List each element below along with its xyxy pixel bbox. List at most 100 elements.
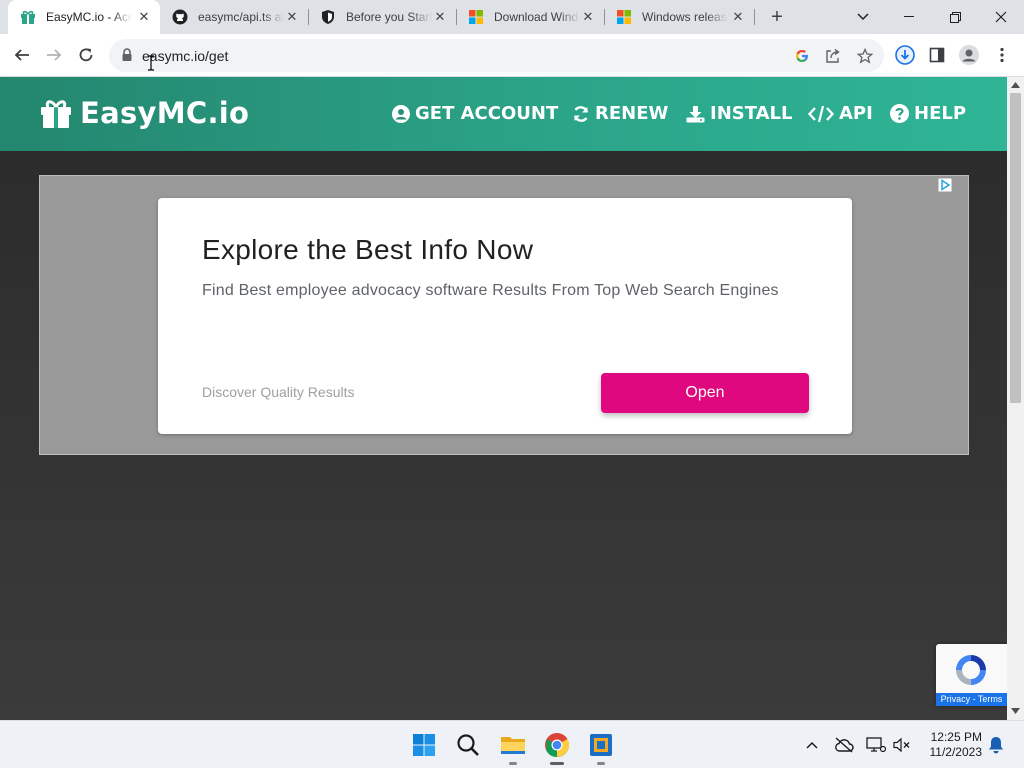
- minimize-button[interactable]: [886, 0, 932, 34]
- nav-label: API: [839, 103, 873, 124]
- download-icon: [686, 105, 705, 122]
- page-scrollbar[interactable]: [1007, 77, 1024, 720]
- reload-button[interactable]: [73, 42, 99, 68]
- user-circle-icon: [392, 104, 410, 123]
- ad-open-button[interactable]: Open: [601, 373, 809, 413]
- nav-label: HELP: [914, 103, 967, 124]
- taskbar-file-explorer[interactable]: [497, 729, 529, 765]
- close-window-button[interactable]: [978, 0, 1024, 34]
- lock-icon: [121, 48, 133, 67]
- close-icon: [995, 11, 1007, 23]
- bookmark-star-icon[interactable]: [855, 46, 875, 66]
- arrow-right-icon: [47, 49, 62, 61]
- nav-label: RENEW: [595, 103, 669, 124]
- clock-date: 11/2/2023: [929, 745, 983, 759]
- scroll-down-icon[interactable]: [1011, 708, 1020, 714]
- scrollbar-thumb[interactable]: [1010, 93, 1021, 403]
- gift-icon: [41, 100, 71, 128]
- ad-footer: Discover Quality Results: [202, 384, 355, 400]
- adchoices-icon[interactable]: [938, 178, 952, 192]
- search-icon: [457, 734, 479, 756]
- taskbar-chrome[interactable]: [541, 729, 573, 765]
- active-indicator: [550, 762, 564, 765]
- minimize-icon: [904, 16, 914, 17]
- running-indicator: [597, 762, 605, 765]
- refresh-icon: [573, 105, 589, 122]
- profile-avatar-icon[interactable]: [959, 45, 979, 65]
- restore-icon: [949, 11, 961, 23]
- file-explorer-icon: [501, 737, 525, 754]
- close-tab-icon[interactable]: ✕: [284, 9, 300, 25]
- recaptcha-icon: [956, 655, 986, 685]
- scroll-up-icon[interactable]: [1011, 82, 1020, 88]
- reload-icon: [79, 48, 93, 62]
- bell-icon: [989, 737, 1003, 754]
- ad-card[interactable]: Explore the Best Info Now Find Best empl…: [158, 198, 852, 434]
- restore-button[interactable]: [932, 0, 978, 34]
- close-tab-icon[interactable]: ✕: [432, 9, 448, 25]
- taskbar-search-button[interactable]: [452, 729, 484, 761]
- site-header: EasyMC.io GET ACCOUNT RENEW INSTALL API …: [0, 77, 1007, 151]
- nav-install[interactable]: INSTALL: [686, 103, 792, 124]
- taskbar-clock[interactable]: 12:25 PM 11/2/2023: [920, 730, 983, 760]
- close-tab-icon[interactable]: ✕: [136, 9, 152, 25]
- clock-time: 12:25 PM: [930, 730, 982, 744]
- text-cursor-icon: [148, 55, 154, 71]
- back-button[interactable]: [9, 42, 35, 68]
- nav-api[interactable]: API: [808, 103, 873, 124]
- running-indicator: [509, 762, 517, 765]
- tab-download-windows[interactable]: Download Windows ✕: [456, 0, 604, 34]
- recaptcha-badge[interactable]: Privacy - Terms: [936, 644, 1007, 706]
- ad-title[interactable]: Explore the Best Info Now: [202, 234, 533, 266]
- ad-subtitle: Find Best employee advocacy software Res…: [202, 282, 779, 299]
- tray-network[interactable]: [866, 735, 886, 755]
- tab-title: EasyMC.io - Account: [46, 10, 132, 24]
- tab-easymc[interactable]: EasyMC.io - Account ✕: [8, 0, 160, 34]
- virtualbox-icon: [590, 734, 612, 756]
- address-bar[interactable]: easymc.io/get: [109, 39, 884, 72]
- volume-muted-icon: [893, 737, 910, 753]
- gift-icon: [20, 9, 36, 25]
- taskbar-virtualbox[interactable]: [585, 729, 617, 765]
- share-icon[interactable]: [823, 46, 843, 66]
- tab-windows-release[interactable]: Windows release ✕: [604, 0, 754, 34]
- question-circle-icon: [890, 104, 909, 123]
- tab-strip: EasyMC.io - Account ✕ easymc/api.ts at m…: [0, 0, 1024, 34]
- logo-text: EasyMC.io: [80, 96, 250, 130]
- cloud-off-icon: [835, 737, 854, 753]
- tab-github[interactable]: easymc/api.ts at main ✕: [160, 0, 308, 34]
- kebab-menu-icon[interactable]: [992, 45, 1012, 65]
- nav-label: INSTALL: [710, 103, 793, 124]
- close-tab-icon[interactable]: ✕: [580, 9, 596, 25]
- windows-icon: [468, 9, 484, 25]
- start-button[interactable]: [408, 729, 440, 761]
- nav-renew[interactable]: RENEW: [572, 103, 668, 124]
- network-icon: [866, 737, 886, 753]
- tray-onedrive[interactable]: [834, 735, 854, 755]
- site-logo[interactable]: EasyMC.io: [40, 96, 249, 130]
- nav-label: GET ACCOUNT: [415, 103, 559, 124]
- forward-button[interactable]: [41, 42, 67, 68]
- chrome-icon: [545, 733, 570, 758]
- new-tab-button[interactable]: +: [764, 5, 790, 29]
- close-tab-icon[interactable]: ✕: [730, 9, 746, 25]
- advertisement: Explore the Best Info Now Find Best empl…: [39, 175, 969, 455]
- arrow-left-icon: [14, 49, 29, 61]
- download-status-icon[interactable]: [895, 45, 915, 65]
- notification-button[interactable]: [986, 735, 1006, 755]
- side-panel-icon[interactable]: [927, 45, 947, 65]
- windows-taskbar: 12:25 PM 11/2/2023: [0, 720, 1024, 768]
- tray-overflow-button[interactable]: [802, 735, 822, 755]
- windows-icon: [616, 9, 632, 25]
- tab-before-start[interactable]: Before you Start ✕: [308, 0, 456, 34]
- shield-icon: [320, 9, 336, 25]
- google-icon[interactable]: [792, 46, 812, 66]
- tab-search-button[interactable]: [840, 0, 886, 34]
- tray-volume[interactable]: [892, 735, 912, 755]
- recaptcha-links[interactable]: Privacy - Terms: [936, 693, 1007, 706]
- tab-title: Download Windows: [494, 10, 580, 24]
- nav-get-account[interactable]: GET ACCOUNT: [392, 103, 558, 124]
- nav-help[interactable]: HELP: [890, 103, 966, 124]
- github-icon: [172, 9, 188, 25]
- tab-divider: [754, 9, 755, 25]
